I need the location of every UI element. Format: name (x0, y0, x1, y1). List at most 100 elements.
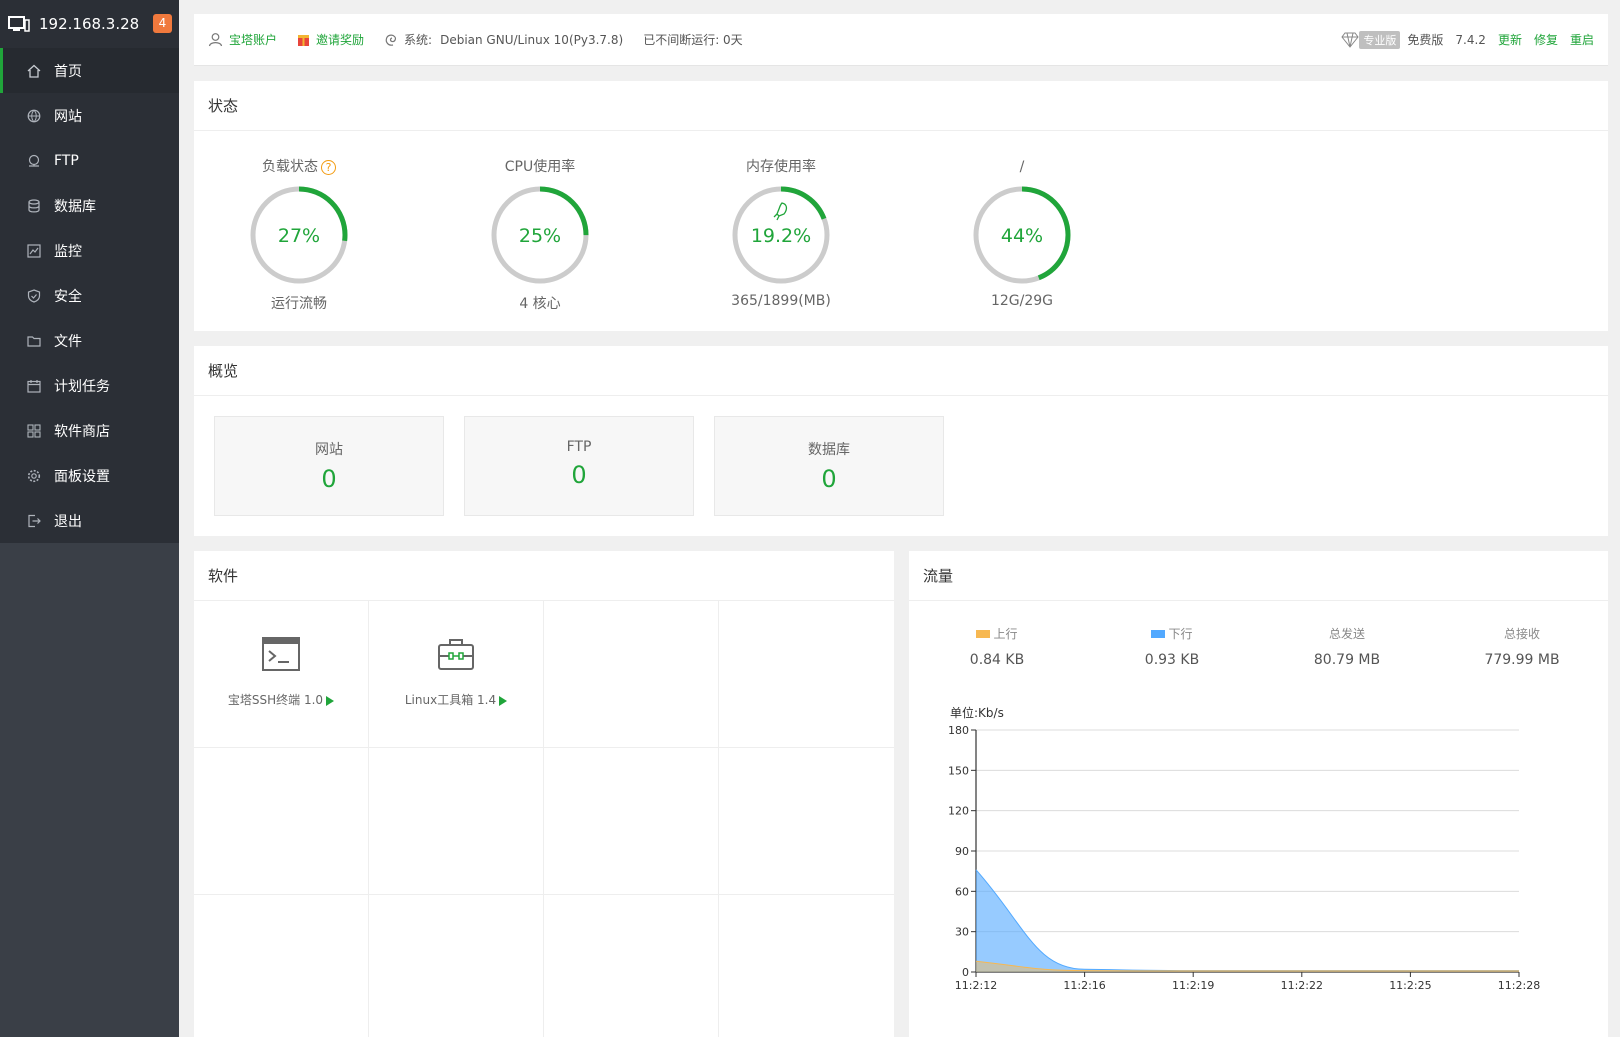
sidebar-item-settings[interactable]: 面板设置 (0, 453, 179, 498)
gear-icon (27, 469, 41, 483)
y-tick-label: 90 (955, 845, 969, 858)
help-icon[interactable]: ? (321, 159, 336, 175)
overview-value: 0 (321, 465, 337, 493)
system-label: 系统: (404, 33, 433, 47)
x-tick-label: 11:2:28 (1498, 979, 1540, 992)
software-item-toolbox[interactable]: Linux工具箱 1.4 (369, 601, 544, 748)
status-panel: 状态 负载状态? 27% 运行流畅 CPU使用率 25% 4 核心 内存使用率 … (194, 81, 1608, 331)
software-slot-empty[interactable] (544, 895, 719, 1037)
overview-ftp[interactable]: FTP 0 (464, 416, 694, 516)
diamond-icon (1341, 32, 1360, 48)
rocket-icon[interactable] (773, 202, 788, 221)
play-icon[interactable] (499, 695, 508, 706)
server-ip: 192.168.3.28 (39, 15, 140, 33)
play-icon[interactable] (326, 695, 335, 706)
series-line (975, 869, 1519, 972)
notification-badge[interactable]: 4 (153, 14, 172, 33)
traffic-label: 下行 (1168, 627, 1193, 641)
software-slot-empty[interactable] (369, 748, 544, 895)
x-tick-label: 11:2:22 (1281, 979, 1323, 992)
sidebar-item-cron[interactable]: 计划任务 (0, 363, 179, 408)
sidebar-item-monitor[interactable]: 监控 (0, 228, 179, 273)
sidebar-menu: 首页 网站 FTP 数据库 监控 安全 文件 计划任务 软件商店 面板设置 退出 (0, 48, 179, 543)
sidebar-item-label: 退出 (54, 513, 82, 530)
series-area (976, 869, 1519, 972)
version-number: 7.4.2 (1455, 32, 1486, 47)
traffic-upload: 上行 0.84 KB (927, 625, 1067, 668)
x-tick-label: 11:2:19 (1172, 979, 1214, 992)
gauge-title: / (1019, 159, 1025, 175)
sidebar-item-label: 监控 (54, 243, 82, 260)
sidebar-item-website[interactable]: 网站 (0, 93, 179, 138)
server-header: 192.168.3.28 4 (0, 0, 179, 48)
y-tick-label: 150 (948, 764, 969, 777)
account-label: 宝塔账户 (229, 33, 278, 47)
y-tick-label: 0 (962, 966, 969, 979)
calendar-icon (27, 379, 41, 393)
software-slot-empty[interactable] (194, 748, 369, 895)
gauge-sub: 运行流畅 (271, 296, 327, 312)
load-gauge[interactable]: 负载状态? 27% 运行流畅 (224, 157, 374, 313)
overview-value: 0 (821, 465, 837, 493)
sidebar-item-files[interactable]: 文件 (0, 318, 179, 363)
traffic-chart[interactable]: 单位:Kb/s 0 30 60 90 120 150 180 11:2:12 11:2:16 11:… (909, 701, 1608, 1037)
version-area: 专业版 免费版 7.4.2 更新 修复 重启 (1341, 30, 1594, 49)
traffic-title: 流量 (909, 551, 1608, 601)
traffic-value: 0.93 KB (1144, 652, 1200, 668)
top-info-bar: 宝塔账户 邀请奖励 系统: Debian GNU/Linux 10(Py3.7.… (194, 14, 1608, 66)
x-tick-label: 11:2:25 (1389, 979, 1431, 992)
sidebar-item-database[interactable]: 数据库 (0, 183, 179, 228)
status-title: 状态 (194, 81, 1608, 131)
sidebar-item-ftp[interactable]: FTP (0, 138, 179, 183)
monitor-icon (8, 16, 30, 32)
gauge-ring: 19.2% (732, 186, 830, 284)
home-icon (27, 64, 41, 78)
software-slot-empty[interactable] (719, 895, 894, 1037)
monitor-chart-icon (27, 243, 41, 258)
sidebar: 192.168.3.28 4 首页 网站 FTP 数据库 监控 安全 文件 计划… (0, 0, 179, 1037)
update-link[interactable]: 更新 (1498, 31, 1522, 48)
y-tick-label: 30 (955, 926, 969, 939)
gauge-value: 19.2% (751, 225, 811, 247)
software-slot-empty[interactable] (369, 895, 544, 1037)
folder-icon (27, 334, 41, 348)
disk-gauge[interactable]: / 44% 12G/29G (947, 157, 1097, 309)
invite-link[interactable]: 邀请奖励 (297, 31, 364, 48)
gauge-ring: 27% (250, 186, 348, 284)
sidebar-item-security[interactable]: 安全 (0, 273, 179, 318)
y-tick-label: 60 (955, 885, 969, 898)
sidebar-item-logout[interactable]: 退出 (0, 498, 179, 543)
sidebar-item-store[interactable]: 软件商店 (0, 408, 179, 453)
sidebar-item-home[interactable]: 首页 (0, 48, 179, 93)
account-link[interactable]: 宝塔账户 (208, 31, 277, 48)
gauge-title: 负载状态 (262, 159, 318, 175)
gauge-sub: 365/1899(MB) (731, 293, 831, 309)
software-slot-empty[interactable] (194, 895, 369, 1037)
pro-tag[interactable]: 专业版 (1359, 30, 1401, 49)
traffic-label: 上行 (993, 627, 1018, 641)
software-item-ssh[interactable]: 宝塔SSH终端 1.0 (194, 601, 369, 748)
memory-gauge[interactable]: 内存使用率 19.2% 365/1899(MB) (706, 157, 856, 309)
software-slot-empty[interactable] (544, 601, 719, 748)
user-icon (208, 33, 223, 47)
overview-value: 0 (571, 461, 587, 489)
software-slot-empty[interactable] (719, 601, 894, 748)
invite-label: 邀请奖励 (316, 33, 365, 47)
gift-icon (298, 35, 310, 46)
software-slot-empty[interactable] (719, 748, 894, 895)
overview-label: FTP (566, 439, 592, 455)
cpu-gauge[interactable]: CPU使用率 25% 4 核心 (465, 157, 615, 313)
x-tick-label: 11:2:16 (1063, 979, 1105, 992)
traffic-total-received: 总接收 779.99 MB (1452, 625, 1592, 668)
terminal-icon (262, 637, 300, 671)
software-slot-empty[interactable] (544, 748, 719, 895)
overview-websites[interactable]: 网站 0 (214, 416, 444, 516)
uptime-text: 已不间断运行: 0天 (643, 33, 743, 47)
sidebar-item-label: FTP (54, 152, 79, 169)
restart-link[interactable]: 重启 (1570, 31, 1594, 48)
repair-link[interactable]: 修复 (1534, 31, 1558, 48)
overview-database[interactable]: 数据库 0 (714, 416, 944, 516)
sidebar-item-label: 软件商店 (54, 423, 110, 440)
debian-icon (385, 34, 397, 46)
gauge-sub: 4 核心 (519, 296, 561, 312)
